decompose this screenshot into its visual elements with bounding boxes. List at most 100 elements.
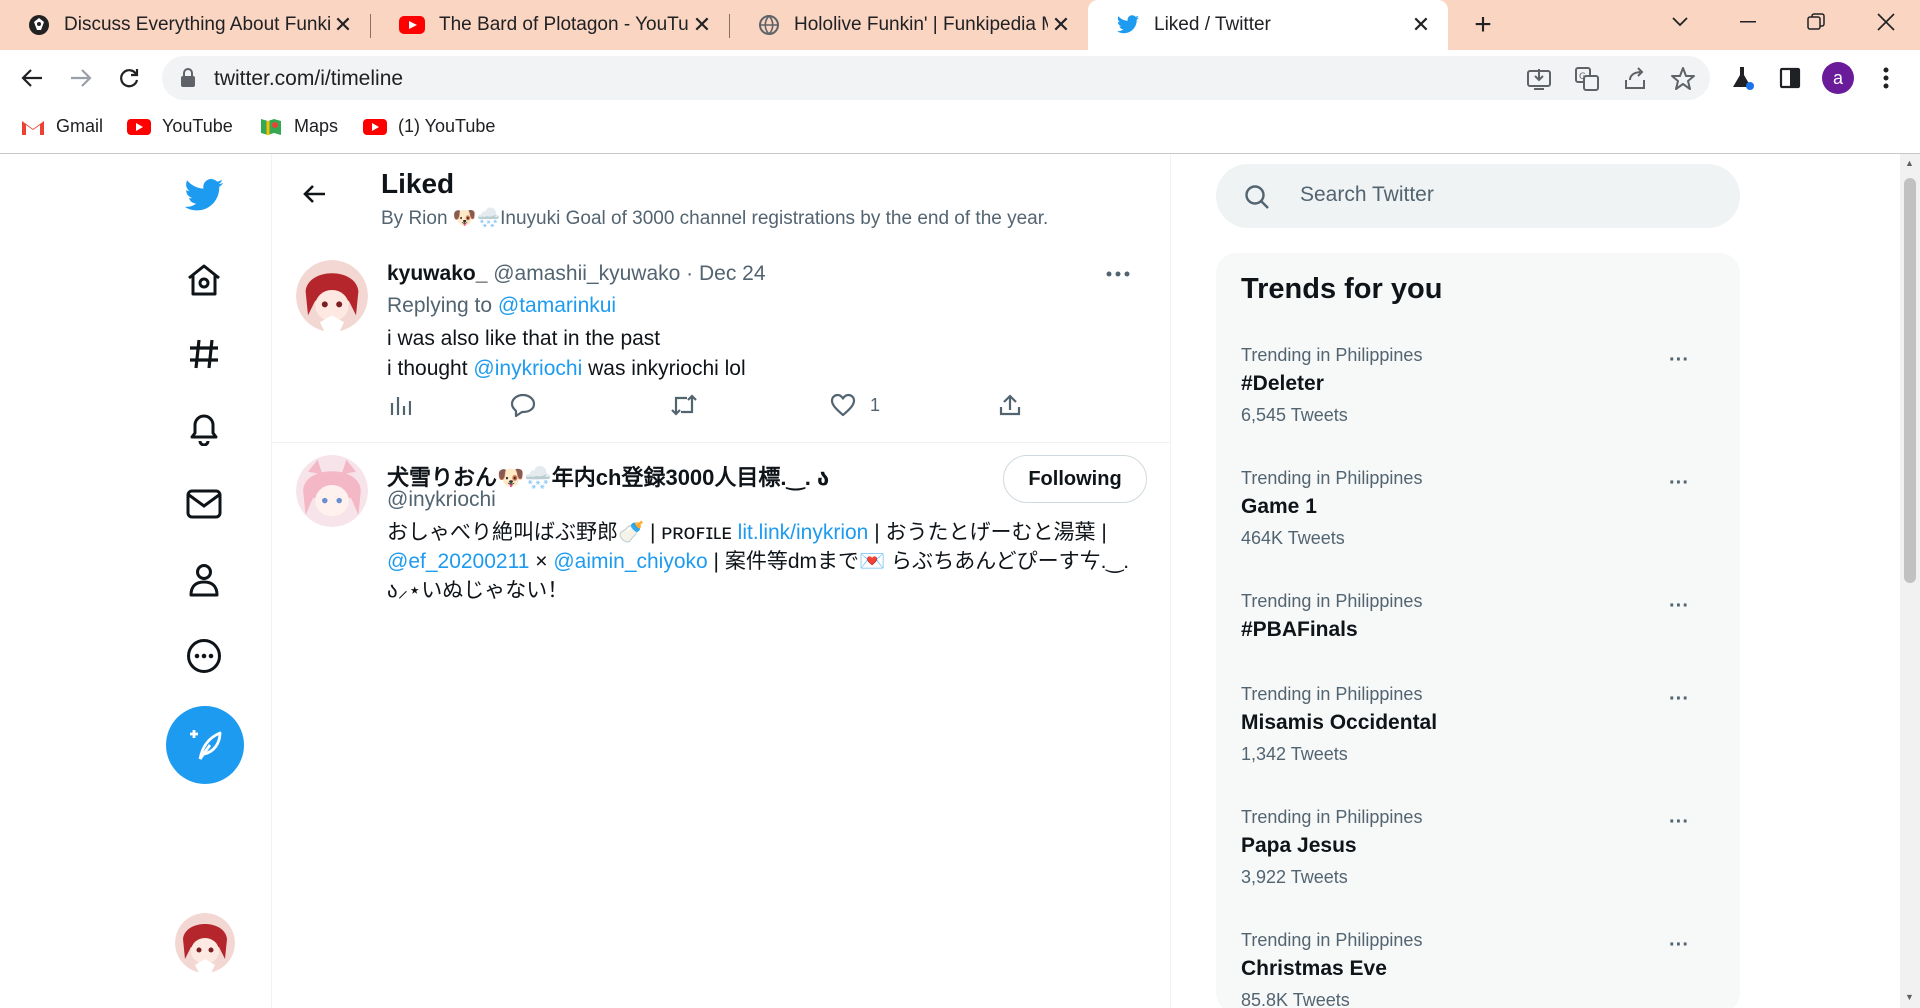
- share-tweet-button[interactable]: [998, 393, 1036, 417]
- tweet-text-line-1: i was also like that in the past: [387, 327, 661, 350]
- trend-item[interactable]: Trending in Philippines #Deleter 6,545 T…: [1241, 345, 1721, 445]
- translate-icon[interactable]: G: [1574, 66, 1600, 92]
- search-box[interactable]: Search Twitter: [1216, 164, 1740, 228]
- trend-item[interactable]: Trending in Philippines Papa Jesus 3,922…: [1241, 807, 1721, 907]
- trend-context: Trending in Philippines: [1241, 591, 1423, 611]
- trend-more-button[interactable]: ···: [1669, 811, 1689, 834]
- share-icon[interactable]: [1622, 66, 1648, 92]
- profile-button[interactable]: a: [1820, 60, 1856, 96]
- youtube-icon: [363, 118, 387, 135]
- bookmark-youtube[interactable]: YouTube: [126, 116, 233, 137]
- back-button[interactable]: [14, 60, 50, 96]
- nav-more[interactable]: [182, 634, 226, 678]
- tweet-date[interactable]: Dec 24: [699, 262, 766, 285]
- trend-item[interactable]: Trending in Philippines Christmas Eve 85…: [1241, 930, 1721, 1008]
- search-input[interactable]: Search Twitter: [1300, 183, 1434, 207]
- nav-explore[interactable]: [182, 332, 226, 376]
- tab-search-button[interactable]: [1650, 0, 1710, 44]
- tab-title: Hololive Funkin' | Funkipedia Mods: [794, 14, 1048, 35]
- nav-notifications[interactable]: [182, 406, 226, 450]
- envelope-icon: [186, 489, 222, 519]
- bookmark-label: YouTube: [162, 116, 233, 136]
- nav-profile[interactable]: [182, 558, 226, 602]
- page-scrollbar[interactable]: ▲ ▼: [1900, 154, 1920, 1008]
- reload-button[interactable]: [111, 60, 147, 96]
- reply-button[interactable]: [510, 393, 550, 417]
- reply-bubble-icon: [510, 393, 536, 417]
- youtube-icon: [127, 118, 151, 135]
- bio-link[interactable]: lit.link/inykrion: [738, 521, 869, 544]
- like-button[interactable]: 1: [830, 393, 880, 417]
- following-button[interactable]: Following: [1003, 455, 1147, 503]
- trend-more-button[interactable]: ···: [1669, 349, 1689, 372]
- tweet-more-button[interactable]: [1100, 256, 1136, 292]
- tweet-mention[interactable]: @inykriochi: [473, 357, 582, 380]
- tweet-text: was inkyriochi lol: [582, 357, 746, 380]
- close-tab-icon[interactable]: ✕: [330, 12, 356, 38]
- home-icon: [188, 264, 220, 296]
- page-title: Liked: [381, 168, 455, 199]
- forward-button[interactable]: [63, 60, 99, 96]
- trend-more-button[interactable]: ···: [1669, 688, 1689, 711]
- extension-button[interactable]: [1724, 60, 1760, 96]
- tweet-author-name[interactable]: kyuwako_: [387, 262, 487, 285]
- bookmark-youtube-1[interactable]: (1) YouTube: [362, 116, 495, 137]
- compose-tweet-button[interactable]: [166, 706, 244, 784]
- address-bar[interactable]: twitter.com/i/timeline G: [162, 56, 1710, 100]
- tab-youtube-bard[interactable]: The Bard of Plotagon - YouTube ✕: [371, 0, 729, 50]
- back-arrow-button[interactable]: [294, 174, 334, 214]
- trend-item[interactable]: Trending in Philippines Game 1 464K Twee…: [1241, 468, 1721, 568]
- trend-more-button[interactable]: ···: [1669, 934, 1689, 957]
- tab-title: Liked / Twitter: [1154, 14, 1271, 35]
- close-window-button[interactable]: [1856, 0, 1916, 44]
- bookmark-star-icon[interactable]: [1670, 66, 1696, 92]
- tab-funkipedia-discuss[interactable]: Discuss Everything About Funkipedia ✕: [0, 0, 370, 50]
- timeline-column: Liked By Rion 🐶🌨️Inuyuki Goal of 3000 ch…: [271, 154, 1171, 1008]
- views-button[interactable]: [389, 394, 425, 416]
- minimize-button[interactable]: [1718, 0, 1778, 44]
- nav-messages[interactable]: [182, 482, 226, 526]
- url-text: twitter.com/i/timeline: [214, 67, 404, 90]
- tab-liked-twitter[interactable]: Liked / Twitter ✕: [1088, 0, 1448, 50]
- bio-mention[interactable]: @ef_20200211: [387, 550, 529, 573]
- twitter-icon: [1117, 15, 1139, 34]
- close-tab-icon[interactable]: ✕: [1408, 12, 1434, 38]
- chrome-menu-button[interactable]: [1868, 60, 1904, 96]
- install-app-icon[interactable]: [1526, 66, 1552, 92]
- more-circle-icon: [187, 639, 221, 673]
- close-tab-icon[interactable]: ✕: [689, 12, 715, 38]
- tweet-text-line-2: i thought @inykriochi was inkyriochi lol: [387, 357, 746, 381]
- trend-more-button[interactable]: ···: [1669, 595, 1689, 618]
- bookmark-gmail[interactable]: Gmail: [20, 116, 103, 137]
- user-cell[interactable]: 犬雪りおん🐶🌨️年内ch登録3000人目標.‿. ა @inykriochi F…: [272, 444, 1170, 619]
- replying-to-mention[interactable]: @tamarinkui: [498, 294, 616, 317]
- tweet-header: kyuwako_ @amashii_kyuwako · Dec 24: [387, 262, 766, 286]
- trend-count: 6,545 Tweets: [1241, 405, 1348, 425]
- scrollbar-thumb[interactable]: [1904, 178, 1916, 583]
- side-panel-button[interactable]: [1772, 60, 1808, 96]
- bookmarks-bar: Gmail YouTube Maps (1) YouTube: [0, 110, 1920, 150]
- trend-item[interactable]: Trending in Philippines Misamis Occident…: [1241, 684, 1721, 784]
- tweet-author-handle[interactable]: @amashii_kyuwako: [493, 262, 680, 285]
- tab-hololive-funkin[interactable]: Hololive Funkin' | Funkipedia Mods ✕: [730, 0, 1088, 50]
- restore-button[interactable]: [1786, 0, 1846, 44]
- close-tab-icon[interactable]: ✕: [1048, 12, 1074, 38]
- tweet-avatar[interactable]: [296, 260, 368, 332]
- trend-context: Trending in Philippines: [1241, 468, 1423, 488]
- user-avatar[interactable]: [296, 455, 368, 527]
- nav-home[interactable]: [182, 258, 226, 302]
- account-avatar[interactable]: [175, 913, 235, 973]
- tweet[interactable]: kyuwako_ @amashii_kyuwako · Dec 24 Reply…: [272, 250, 1170, 443]
- bookmark-maps[interactable]: Maps: [258, 116, 338, 137]
- new-tab-button[interactable]: +: [1466, 8, 1500, 42]
- retweet-button[interactable]: [670, 394, 712, 416]
- bio-text: | おうたとげーむと湯葉 |: [868, 521, 1107, 544]
- scroll-up-arrow-icon[interactable]: ▲: [1905, 158, 1914, 168]
- trend-item[interactable]: Trending in Philippines #PBAFinals ···: [1241, 591, 1721, 691]
- user-handle[interactable]: @inykriochi: [387, 488, 496, 512]
- tab-strip: Discuss Everything About Funkipedia ✕ Th…: [0, 0, 1920, 50]
- trend-more-button[interactable]: ···: [1669, 472, 1689, 495]
- scroll-down-arrow-icon[interactable]: ▼: [1905, 992, 1914, 1002]
- twitter-home-logo[interactable]: [182, 174, 226, 218]
- bio-mention[interactable]: @aimin_chiyoko: [553, 550, 707, 573]
